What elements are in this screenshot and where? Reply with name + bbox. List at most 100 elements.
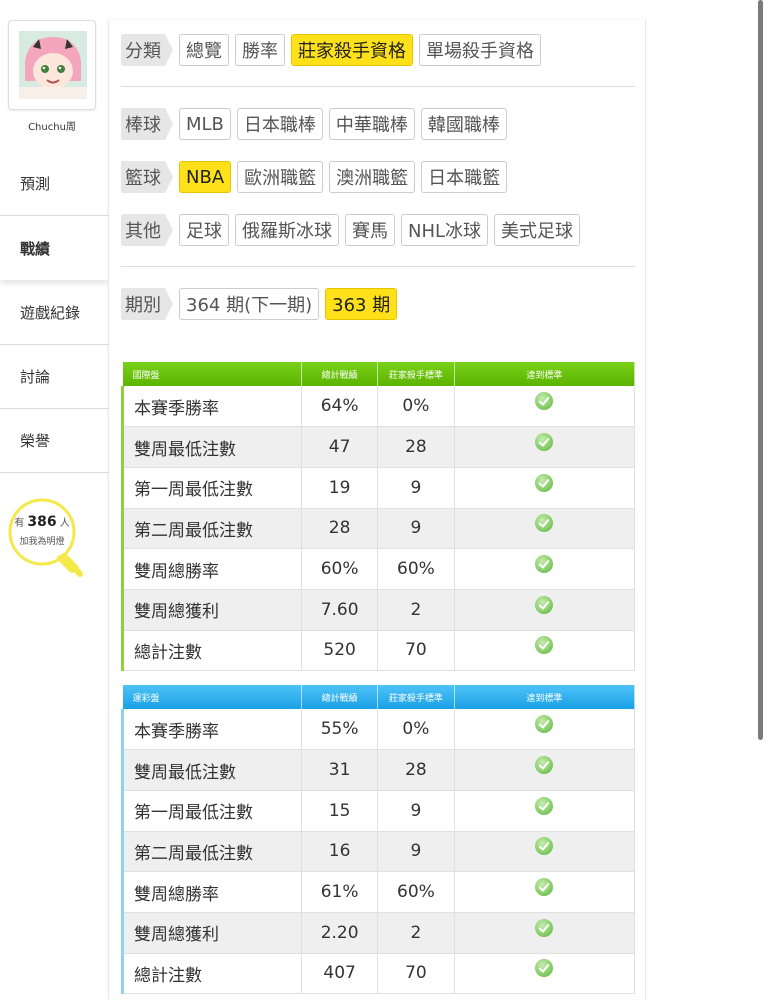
category-overview[interactable]: 總覽 xyxy=(179,34,229,66)
fan-bulb[interactable]: 有 386 人 加我為明燈 xyxy=(8,498,88,590)
standard-value: 0% xyxy=(377,709,455,751)
period-364[interactable]: 364 期(下一期) xyxy=(179,288,320,320)
period-label: 期別 xyxy=(121,288,173,320)
row-label: 雙周最低注數 xyxy=(120,426,303,468)
divider xyxy=(121,86,635,87)
table-row: 第二周最低注數 16 9 xyxy=(120,831,636,873)
record-value: 28 xyxy=(301,508,379,550)
row-label: 第二周最低注數 xyxy=(120,831,303,873)
scrollbar[interactable] xyxy=(758,0,763,740)
avatar-card[interactable] xyxy=(8,20,96,110)
check-icon xyxy=(535,392,554,411)
table-row: 雙周最低注數 47 28 xyxy=(120,426,636,468)
standard-value: 0% xyxy=(377,386,455,428)
league-npb[interactable]: 日本職棒 xyxy=(236,108,323,140)
row-label: 雙周最低注數 xyxy=(120,749,303,791)
nav-record[interactable]: 戰績 xyxy=(0,216,108,280)
check-icon xyxy=(535,555,554,574)
period-row: 期別 364 期(下一期) 363 期 xyxy=(121,288,398,320)
sidebar: Chuchu周 預測 戰績 遊戲紀錄 討論 榮譽 有 386 人 加我為明燈 xyxy=(0,0,108,1000)
check-icon xyxy=(535,433,554,452)
row-label: 總計注數 xyxy=(120,630,303,672)
league-khl[interactable]: 俄羅斯冰球 xyxy=(235,214,339,246)
check-icon xyxy=(535,473,554,492)
league-horse-racing[interactable]: 賽馬 xyxy=(345,214,395,246)
record-value: 31 xyxy=(301,749,379,791)
table-header: 總計戰績 xyxy=(301,685,379,709)
record-value: 15 xyxy=(301,790,379,832)
league-euroleague[interactable]: 歐洲職籃 xyxy=(237,161,324,193)
row-label: 總計注數 xyxy=(120,953,303,995)
table-header: 運彩盤 xyxy=(122,685,303,709)
sports-lottery-table: 運彩盤 總計戰績 莊家殺手標準 達到標準 本賽季勝率 55% 0% 雙周最低注數… xyxy=(120,685,636,995)
table-header: 達到標準 xyxy=(454,685,636,709)
record-value: 520 xyxy=(301,630,379,672)
standard-value: 9 xyxy=(377,790,455,832)
table-row: 雙周總勝率 61% 60% xyxy=(120,871,636,913)
table-header: 總計戰績 xyxy=(301,362,379,386)
league-nba[interactable]: NBA xyxy=(179,161,232,193)
category-row: 分類 總覽 勝率 莊家殺手資格 單場殺手資格 xyxy=(121,34,541,66)
check-icon xyxy=(535,918,554,937)
nav-game-history[interactable]: 遊戲紀錄 xyxy=(0,281,108,345)
table-row: 本賽季勝率 55% 0% xyxy=(120,709,636,751)
standard-value: 2 xyxy=(377,912,455,954)
table-row: 第二周最低注數 28 9 xyxy=(120,508,636,550)
check-icon xyxy=(535,878,554,897)
category-single-killer[interactable]: 單場殺手資格 xyxy=(419,34,541,66)
basketball-row: 籃球 NBA 歐洲職籃 澳洲職籃 日本職籃 xyxy=(121,161,508,193)
league-mlb[interactable]: MLB xyxy=(179,108,231,140)
league-nhl[interactable]: NHL冰球 xyxy=(401,214,489,246)
league-cpbl[interactable]: 中華職棒 xyxy=(328,108,415,140)
row-label: 雙周總獲利 xyxy=(120,589,303,631)
check-icon xyxy=(535,796,554,815)
baseball-row: 棒球 MLB 日本職棒 中華職棒 韓國職棒 xyxy=(121,108,507,140)
record-value: 16 xyxy=(301,831,379,873)
table-header: 達到標準 xyxy=(454,362,636,386)
row-label: 雙周總勝率 xyxy=(120,548,303,590)
table-header: 莊家殺手標準 xyxy=(377,362,455,386)
record-value: 2.20 xyxy=(301,912,379,954)
category-banker-killer[interactable]: 莊家殺手資格 xyxy=(291,34,413,66)
period-363[interactable]: 363 期 xyxy=(325,288,398,320)
divider xyxy=(121,266,635,267)
check-icon xyxy=(535,715,554,734)
baseball-label: 棒球 xyxy=(121,108,173,140)
record-value: 64% xyxy=(301,386,379,428)
table-row: 總計注數 520 70 xyxy=(120,630,636,672)
standard-value: 70 xyxy=(377,630,455,672)
table-row: 雙周總獲利 7.60 2 xyxy=(120,589,636,631)
league-soccer[interactable]: 足球 xyxy=(179,214,229,246)
table-header: 莊家殺手標準 xyxy=(377,685,455,709)
table-header: 國際盤 xyxy=(122,362,303,386)
row-label: 第一周最低注數 xyxy=(120,790,303,832)
check-icon xyxy=(535,837,554,856)
league-bleague[interactable]: 日本職籃 xyxy=(421,161,508,193)
standard-value: 60% xyxy=(377,871,455,913)
table-row: 本賽季勝率 64% 0% xyxy=(120,386,636,428)
check-icon xyxy=(535,959,554,978)
table-row: 第一周最低注數 15 9 xyxy=(120,790,636,832)
nav-discussion[interactable]: 討論 xyxy=(0,345,108,409)
others-label: 其他 xyxy=(121,214,173,246)
avatar[interactable] xyxy=(19,31,87,99)
standard-value: 60% xyxy=(377,548,455,590)
table-row: 總計注數 407 70 xyxy=(120,953,636,995)
league-nfl[interactable]: 美式足球 xyxy=(494,214,581,246)
nav-predict[interactable]: 預測 xyxy=(0,152,108,216)
category-winrate[interactable]: 勝率 xyxy=(235,34,285,66)
record-value: 55% xyxy=(301,709,379,751)
record-value: 7.60 xyxy=(301,589,379,631)
table-row: 雙周總獲利 2.20 2 xyxy=(120,912,636,954)
username: Chuchu周 xyxy=(28,122,76,133)
record-value: 61% xyxy=(301,871,379,913)
record-value: 407 xyxy=(301,953,379,995)
others-row: 其他 足球 俄羅斯冰球 賽馬 NHL冰球 美式足球 xyxy=(121,214,581,246)
check-icon xyxy=(535,595,554,614)
row-label: 本賽季勝率 xyxy=(120,386,303,428)
nav-honor[interactable]: 榮譽 xyxy=(0,409,108,473)
standard-value: 28 xyxy=(377,749,455,791)
league-nbl[interactable]: 澳洲職籃 xyxy=(329,161,416,193)
league-kbo[interactable]: 韓國職棒 xyxy=(420,108,507,140)
standard-value: 2 xyxy=(377,589,455,631)
